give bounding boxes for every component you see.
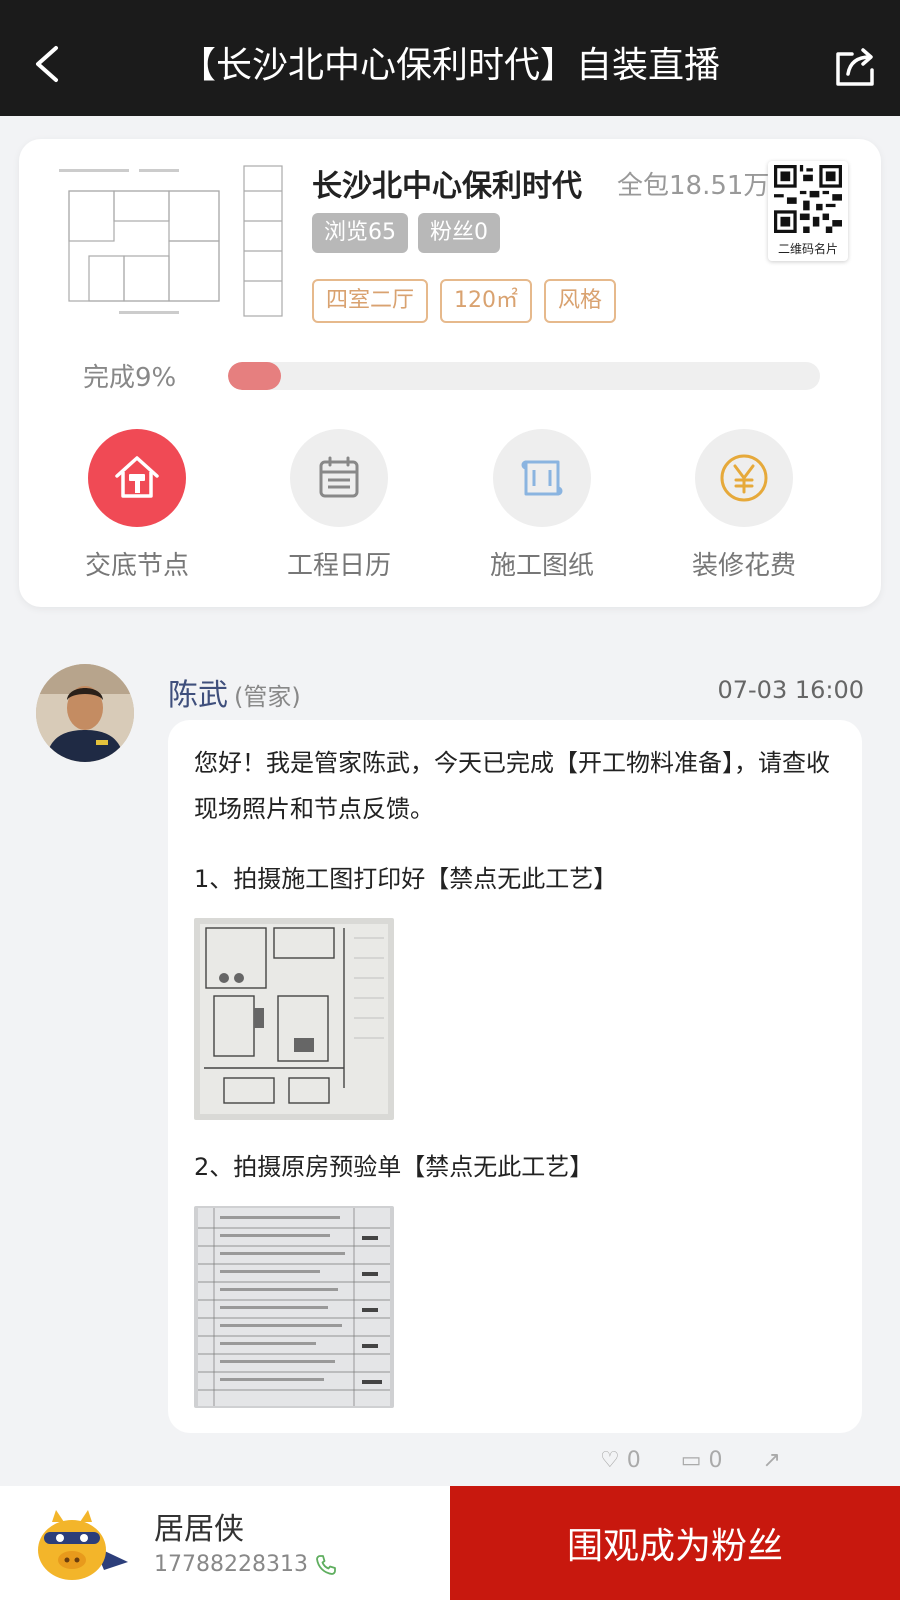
floorplan-thumbnail[interactable]	[49, 161, 289, 331]
action-label: 工程日历	[286, 551, 391, 581]
progress-label: 完成9%	[83, 363, 177, 393]
bottom-bar: 居居侠 17788228313 围观成为粉丝	[0, 1486, 900, 1600]
phone-icon	[316, 1554, 336, 1575]
action-circle	[290, 429, 388, 527]
post-reactions: ♡ 0 ▭ 0 ↗	[600, 1448, 781, 1473]
author-role: (管家)	[234, 683, 301, 711]
tag-area: 120㎡	[440, 279, 533, 323]
project-name: 长沙北中心保利时代	[312, 169, 582, 204]
like-count: 0	[626, 1448, 641, 1473]
progress-fill	[228, 362, 282, 390]
action-project-calendar[interactable]: 工程日历	[239, 429, 439, 582]
fans-badge: 粉丝0	[418, 213, 500, 253]
action-label: 交底节点	[84, 551, 189, 581]
step-1-text: 1、拍摄施工图打印好【禁点无此工艺】	[194, 865, 618, 893]
photo-inspection-form[interactable]	[194, 1206, 394, 1408]
qr-label: 二维码名片	[777, 242, 838, 256]
action-grid: 交底节点 工程日历 施工图纸 装修花费	[19, 429, 881, 589]
author-name: 陈武 (管家)	[168, 670, 301, 714]
step-2-text: 2、拍摄原房预验单【禁点无此工艺】	[194, 1153, 594, 1181]
action-label: 施工图纸	[489, 551, 594, 581]
message-intro: 您好！我是管家陈武，今天已完成【开工物料准备】，请查收现场照片和节点反馈。	[194, 749, 830, 823]
action-circle	[695, 429, 793, 527]
comment-button[interactable]: ▭ 0	[681, 1448, 723, 1473]
brand-name: 居居侠	[154, 1512, 244, 1547]
tag-layout: 四室二厅	[312, 279, 429, 323]
comment-count: 0	[708, 1448, 723, 1473]
author-name-text: 陈武	[168, 678, 228, 713]
pig-mascot-logo	[38, 1510, 128, 1580]
action-circle	[88, 429, 186, 527]
like-button[interactable]: ♡ 0	[600, 1448, 641, 1473]
qr-card[interactable]: 二维码名片	[768, 161, 848, 261]
post-share-icon[interactable]: ↗	[763, 1448, 781, 1473]
photo-construction-drawing[interactable]	[194, 918, 394, 1120]
views-badge: 浏览65	[312, 213, 408, 253]
blueprint-icon	[521, 460, 563, 496]
share-icon[interactable]	[832, 44, 878, 90]
calendar-icon	[319, 456, 359, 498]
project-stats: 浏览65 粉丝0	[312, 213, 500, 253]
page-title: 【长沙北中心保利时代】自装直播	[179, 45, 720, 86]
action-decoration-cost[interactable]: 装修花费	[644, 429, 844, 582]
top-nav-bar: 【长沙北中心保利时代】自装直播	[0, 0, 900, 116]
action-construction-drawings[interactable]: 施工图纸	[442, 429, 642, 582]
action-circle	[493, 429, 591, 527]
phone-number: 17788228313	[154, 1552, 308, 1577]
yuan-icon	[720, 454, 768, 502]
progress-bar	[228, 362, 820, 390]
qr-code-icon	[774, 165, 842, 233]
project-price: 全包18.51万	[617, 171, 770, 201]
become-fan-button[interactable]: 围观成为粉丝	[450, 1486, 900, 1600]
person-avatar-image	[36, 664, 134, 762]
chevron-left-icon[interactable]	[28, 40, 68, 88]
action-label: 装修花费	[691, 551, 796, 581]
tag-style: 风格	[544, 279, 617, 323]
project-card: 长沙北中心保利时代 全包18.51万 浏览65 粉丝0 二维码名片 四室二厅 1…	[19, 139, 881, 607]
house-hammer-icon	[115, 456, 159, 498]
contact-phone[interactable]: 17788228313	[154, 1552, 338, 1577]
message-bubble: 您好！我是管家陈武，今天已完成【开工物料准备】，请查收现场照片和节点反馈。 1、…	[168, 720, 862, 1433]
post-timestamp: 07-03 16:00	[717, 676, 864, 704]
action-handover-nodes[interactable]: 交底节点	[37, 429, 237, 582]
project-tags: 四室二厅 120㎡ 风格	[312, 279, 617, 323]
avatar[interactable]	[36, 664, 134, 762]
